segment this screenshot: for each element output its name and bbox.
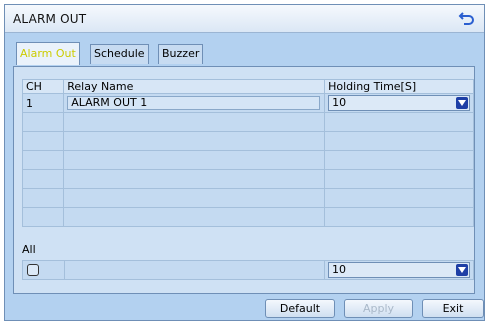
all-row-table: 10 [22, 260, 474, 280]
header-ch: CH [21, 79, 65, 94]
holding-time-value: 10 [332, 96, 347, 109]
header-holding-time: Holding Time[S] [324, 79, 474, 94]
relay-table: CH Relay Name Holding Time[S] 1 ALARM OU… [21, 79, 474, 227]
table-row-empty [21, 207, 474, 227]
all-holding-time-value: 10 [332, 263, 346, 276]
default-button[interactable]: Default [265, 299, 335, 318]
back-arrow-icon[interactable] [458, 10, 476, 26]
table-row-empty [21, 188, 474, 208]
all-row: 10 [22, 260, 474, 280]
all-label: All [22, 243, 36, 256]
exit-button[interactable]: Exit [422, 299, 484, 318]
table-row: 1 ALARM OUT 1 10 [21, 93, 474, 113]
all-holding-time-select[interactable]: 10 [328, 262, 470, 278]
row-ch: 1 [26, 96, 33, 110]
chevron-down-icon[interactable] [456, 264, 468, 276]
header-relay-name: Relay Name [63, 79, 326, 94]
table-row-empty [21, 131, 474, 151]
apply-button[interactable]: Apply [344, 299, 413, 318]
tab-buzzer[interactable]: Buzzer [158, 44, 204, 64]
all-checkbox[interactable] [27, 264, 39, 276]
alarm-out-panel: CH Relay Name Holding Time[S] 1 ALARM OU… [13, 66, 475, 294]
tab-alarm-out[interactable]: Alarm Out [16, 42, 80, 65]
relay-name-field[interactable]: ALARM OUT 1 [67, 96, 321, 110]
holding-time-select[interactable]: 10 [328, 95, 471, 111]
table-row-empty [21, 112, 474, 132]
tab-schedule[interactable]: Schedule [90, 44, 149, 64]
table-row-empty [21, 169, 474, 189]
window-title: ALARM OUT [13, 12, 87, 26]
table-row-empty [21, 150, 474, 170]
title-bar: ALARM OUT [5, 5, 484, 33]
table-header-row: CH Relay Name Holding Time[S] [21, 79, 474, 94]
chevron-down-icon[interactable] [456, 97, 469, 109]
